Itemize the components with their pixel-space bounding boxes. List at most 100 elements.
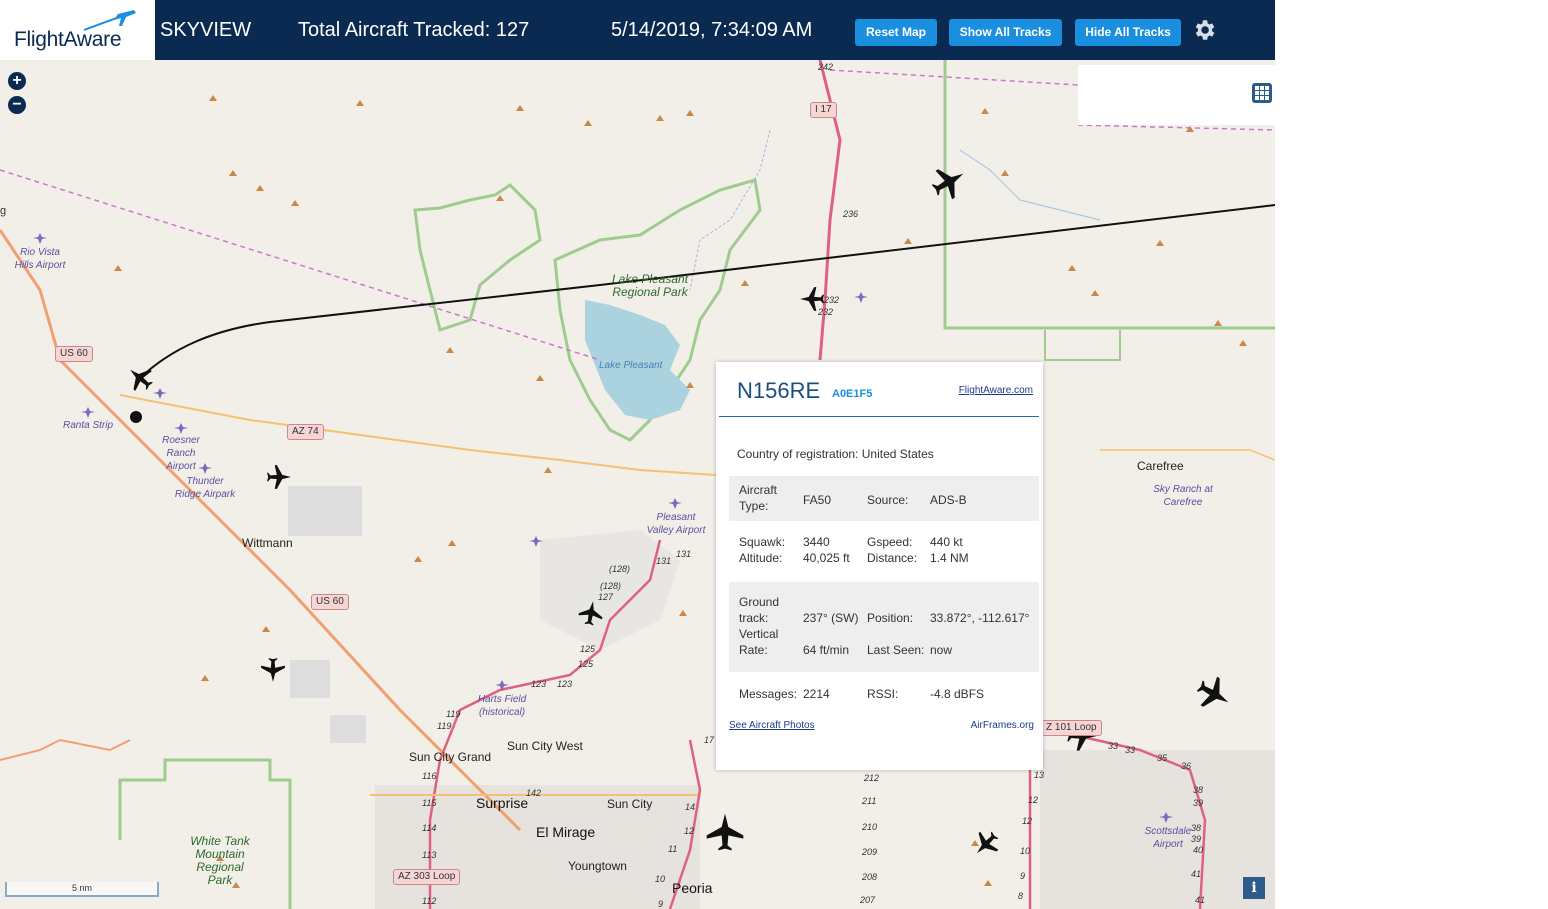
track-position-row: Ground track: 237° (SW) Position: 33.872… [729, 582, 1039, 672]
altitude-label: Altitude: [739, 551, 783, 565]
road-number: 9 [658, 899, 664, 909]
road-number: (128) [609, 564, 631, 574]
vertical-rate-value: 64 ft/min [803, 643, 850, 657]
map-label-airport: Scottsdale Airport [1144, 826, 1192, 850]
hide-all-tracks-button[interactable]: Hide All Tracks [1075, 19, 1181, 46]
road-number: 242 [818, 62, 834, 72]
map-label-city: Sun City West [507, 739, 583, 753]
road-number: 208 [862, 872, 878, 882]
grid-layers-icon[interactable] [1251, 82, 1273, 104]
map-label-city: Surprise [476, 795, 529, 811]
road-number: 131 [656, 556, 672, 566]
map-label-city: Sun City Grand [409, 750, 492, 764]
airframes-link[interactable]: AirFrames.org [971, 720, 1034, 731]
gspeed-label: Gspeed: [867, 535, 913, 549]
popup-header: N156RE A0E1F5 FlightAware.com [719, 372, 1039, 417]
squawk-altitude-row: Squawk: 3440 Gspeed: 440 kt Altitude: 40… [729, 530, 1039, 574]
aircraft-type-row: Aircraft Type: FA50 Source: ADS-B [729, 476, 1039, 521]
road-shield: AZ 303 Loop [393, 869, 461, 885]
road-number: 40 [1193, 845, 1204, 855]
road-shield: US 60 [311, 594, 349, 610]
road-number: 11 [668, 844, 678, 854]
ground-track-label: Ground track: [739, 595, 780, 625]
logo-text: FlightAware [14, 28, 122, 51]
top-header: FlightAware SKYVIEW Total Aircraft Track… [0, 0, 1275, 60]
aircraft-photos-link[interactable]: See Aircraft Photos [729, 720, 815, 731]
zoom-in-button[interactable]: + [8, 72, 26, 90]
aircraft-icon[interactable] [972, 830, 1000, 858]
road-shield: Z 101 Loop [1041, 720, 1102, 736]
last-seen-label: Last Seen: [867, 643, 925, 657]
map-label-city: Youngtown [568, 859, 627, 873]
road-number: 119 [437, 721, 452, 731]
road-shield: AZ 74 [287, 424, 324, 440]
road-number: 112 [422, 896, 437, 906]
rssi-label: RSSI: [867, 687, 899, 701]
total-aircraft: Total Aircraft Tracked: 127 [298, 19, 530, 41]
gspeed-value: 440 kt [930, 535, 963, 549]
ground-track-value: 237° (SW) [803, 611, 859, 625]
road-number: 125 [578, 659, 594, 669]
aircraft-type-value: FA50 [803, 493, 832, 507]
aircraft-icon[interactable] [705, 812, 745, 852]
flightaware-link[interactable]: FlightAware.com [959, 385, 1033, 396]
last-seen-value: now [930, 643, 953, 657]
map-view[interactable]: g Rio Vista Hills Airport Ranta Strip Ro… [0, 60, 1275, 909]
zoom-out-button[interactable]: − [8, 96, 26, 114]
road-number: 114 [422, 823, 437, 833]
road-number: 41 [1195, 895, 1206, 905]
aircraft-icon[interactable] [266, 464, 292, 490]
aircraft-icon[interactable] [126, 364, 154, 392]
road-number: 123 [557, 679, 573, 689]
aircraft-icon[interactable] [1196, 676, 1232, 712]
map-label-airport: Roesner Ranch Airport [162, 435, 200, 472]
road-number: 113 [422, 850, 437, 860]
messages-row: Messages: 2214 RSSI: -4.8 dBFS [729, 682, 1039, 708]
map-label-airport: Rio Vista Hills Airport [14, 247, 66, 271]
reset-map-button[interactable]: Reset Map [855, 19, 937, 46]
road-number: 142 [526, 788, 542, 798]
road-number: 33 [1108, 741, 1119, 751]
map-label-airport: Pleasant Valley Airport [646, 512, 706, 536]
show-all-tracks-button[interactable]: Show All Tracks [949, 19, 1062, 46]
flightaware-logo[interactable]: FlightAware [0, 0, 155, 60]
road-number: 207 [860, 895, 876, 905]
road-number: 236 [843, 209, 859, 219]
road-number: 127 [598, 592, 614, 602]
position-value: 33.872°, -112.617° [930, 611, 1030, 625]
info-button[interactable]: i [1243, 877, 1265, 899]
aircraft-icon[interactable] [931, 164, 967, 200]
road-number: 232 [818, 307, 834, 317]
gear-icon[interactable] [1191, 17, 1217, 43]
map-label-city: Sun City [607, 797, 653, 811]
road-number: 36 [1181, 761, 1192, 771]
aircraft-icon[interactable] [260, 657, 286, 683]
country-label: Country of registration: [737, 447, 859, 461]
road-number: 13 [1034, 770, 1045, 780]
messages-label: Messages: [739, 687, 798, 701]
map-label-airport: Sky Ranch at Carefree [1153, 484, 1213, 508]
app-title: SKYVIEW [160, 19, 252, 41]
road-number: 116 [422, 771, 437, 781]
map-label-park: Lake Pleasant Regional Park [611, 272, 689, 299]
map-label-city: Wittmann [242, 536, 293, 550]
road-number: 38 [1193, 785, 1204, 795]
aircraft-info-popup: N156RE A0E1F5 FlightAware.com Country of… [716, 362, 1043, 770]
aircraft-type-label: Aircraft Type: [739, 483, 778, 513]
road-number: 123 [531, 679, 547, 689]
source-label: Source: [867, 493, 909, 507]
aircraft-ident: N156RE [737, 378, 821, 403]
map-label: g [0, 205, 7, 217]
country-value: United States [861, 447, 934, 461]
road-number: 12 [684, 826, 695, 836]
altitude-value: 40,025 ft [803, 551, 850, 565]
scale-bar: 5 nm [5, 882, 159, 897]
distance-value: 1.4 NM [930, 551, 969, 565]
map-label-city: Peoria [672, 880, 713, 896]
map-label-city: Carefree [1137, 459, 1184, 473]
road-number: 8 [1018, 891, 1024, 901]
road-number: 209 [862, 847, 878, 857]
source-value: ADS-B [930, 493, 967, 507]
road-number: 12 [1028, 795, 1039, 805]
map-label-airport: Thunder Ridge Airpark [174, 476, 236, 500]
